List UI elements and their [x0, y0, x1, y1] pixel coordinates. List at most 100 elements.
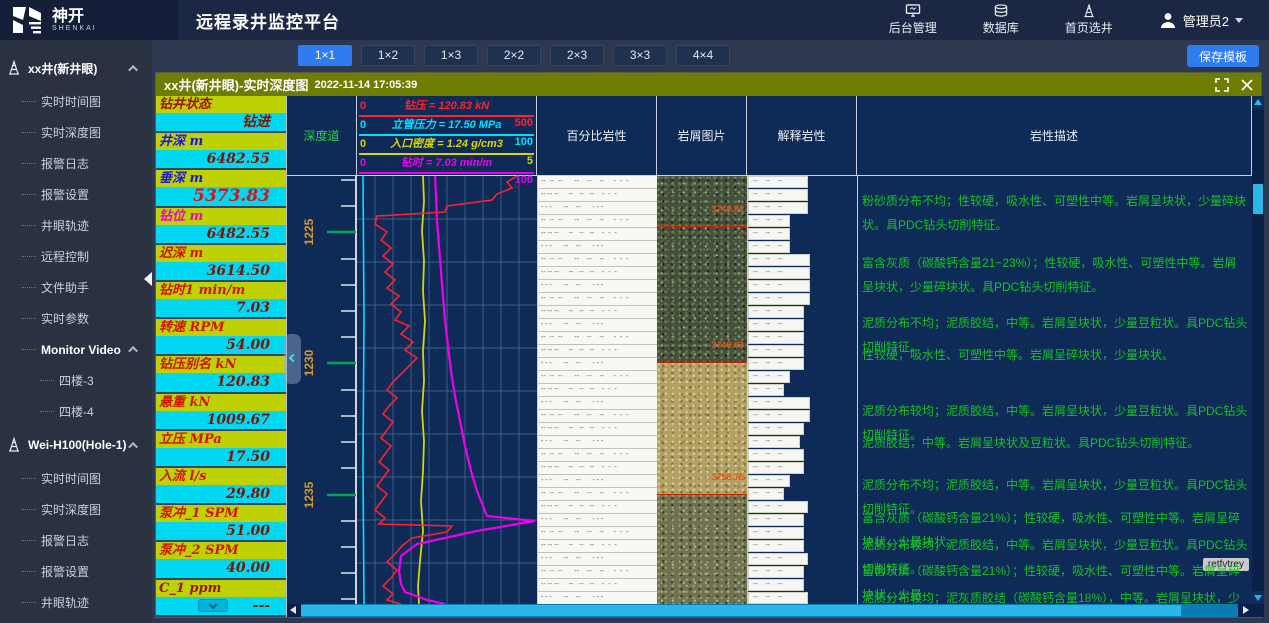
- interp-row: -- -- --: [748, 267, 857, 280]
- readout-label: 转速 RPM: [156, 319, 286, 336]
- brand-name-cn: 神开: [52, 9, 97, 25]
- sidebar-item[interactable]: 文件助手: [0, 272, 152, 303]
- chevron-down-icon: [209, 600, 217, 608]
- sidebar-item[interactable]: 四楼-4: [0, 396, 152, 427]
- sidebar-item[interactable]: Monitor Video: [0, 334, 152, 365]
- sidebar-item[interactable]: 实时参数: [0, 303, 152, 334]
- readout-value: 17.50: [156, 448, 286, 466]
- interp-row: -- -- --: [748, 449, 857, 462]
- tree-item-label: 实时参数: [41, 310, 89, 327]
- arrow-up-icon: [1254, 99, 1262, 105]
- derrick-icon: [6, 436, 22, 454]
- interp-row: -- -- --: [748, 423, 857, 436]
- layout-tab-1×2[interactable]: 1×2: [361, 45, 415, 66]
- layout-tab-3×3[interactable]: 3×3: [613, 45, 667, 66]
- user-caret-icon: [1235, 18, 1243, 23]
- sidebar-item[interactable]: 井眼轨迹: [0, 210, 152, 241]
- arrow-right-icon: [1243, 606, 1249, 614]
- sidebar-item[interactable]: 实时时间图: [0, 463, 152, 494]
- horizontal-scrollbar[interactable]: [287, 604, 1252, 617]
- layout-tab-2×3[interactable]: 2×3: [550, 45, 604, 66]
- tree-branch-line: [22, 287, 36, 288]
- interp-lithology-block: -- -- --: [748, 254, 810, 266]
- tree-item-label: 报警设置: [41, 563, 89, 580]
- readout-label: 井深 m: [156, 133, 286, 150]
- lithology-pattern-row: -- -- -- -- -- -- - - -: [538, 306, 657, 319]
- layout-tab-2×2[interactable]: 2×2: [487, 45, 541, 66]
- readout-row: 井深 m6482.55: [156, 133, 286, 170]
- sidebar-item[interactable]: 报警设置: [0, 556, 152, 587]
- interp-lithology-block: -- -- --: [748, 540, 804, 552]
- lithology-pattern-row: - - - -- -- - - -: [538, 514, 657, 527]
- sidebar-item[interactable]: 四楼-3: [0, 365, 152, 396]
- interp-lithology-block: -- -- --: [748, 501, 808, 513]
- layout-tab-1×1[interactable]: 1×1: [298, 45, 352, 66]
- curve-legend: 0钻压 = 120.83 kN5000立管压力 = 17.50 MPa1000入…: [357, 96, 537, 175]
- vertical-scrollbar[interactable]: [1252, 96, 1264, 604]
- sidebar-item[interactable]: xx井(新井眼): [0, 50, 152, 86]
- readout-panel: 钻井状态钻进井深 m6482.55垂深 m5373.83钻位 m6482.55迟…: [156, 96, 286, 617]
- sidebar-item[interactable]: 井眼轨迹: [0, 587, 152, 618]
- sidebar-item[interactable]: 实时深度图: [0, 117, 152, 148]
- interp-lithology-block: -- -- --: [748, 397, 810, 409]
- lithology-pattern-row: -- -- -- -- -- -- - - -: [538, 540, 657, 553]
- readout-label: 入流 l/s: [156, 468, 286, 485]
- layout-tab-4×4[interactable]: 4×4: [676, 45, 730, 66]
- scroll-down-button[interactable]: [1252, 591, 1264, 604]
- interp-row: -- -- --: [748, 501, 857, 514]
- depth-chart-panel: xx井(新井眼)-实时深度图 2022-11-14 17:05:39 钻井状态钻…: [155, 72, 1262, 618]
- sidebar-item[interactable]: 实时时间图: [0, 86, 152, 117]
- sidebar-item[interactable]: 报警日志: [0, 525, 152, 556]
- lithology-pattern-row: -- -- -- -- -- -- - - -: [538, 371, 657, 384]
- save-template-button[interactable]: 保存模板: [1187, 45, 1259, 67]
- readout-label: 钻井状态: [156, 96, 286, 113]
- tree-branch-line: [40, 411, 54, 412]
- readout-row: 钻位 m6482.55: [156, 208, 286, 245]
- track-collapse-handle[interactable]: [284, 334, 301, 384]
- interp-lithology-block: -- -- --: [748, 553, 808, 565]
- nav-item-database[interactable]: 数据库: [983, 4, 1019, 36]
- readout-row: C_1 ppm---: [156, 580, 286, 617]
- vertical-scroll-thumb[interactable]: [1253, 184, 1263, 214]
- sidebar-collapse-handle[interactable]: [144, 272, 152, 286]
- legend-min: 0: [360, 136, 366, 153]
- user-menu[interactable]: 管理员2: [1159, 11, 1243, 30]
- depth-log-chart: 深度道 0钻压 = 120.83 kN5000立管压力 = 17.50 MPa1…: [286, 96, 1263, 617]
- sidebar-item[interactable]: 远程控制: [0, 241, 152, 272]
- horizontal-scroll-thumb[interactable]: [301, 605, 1181, 616]
- readout-label: 钻压别名 kN: [156, 356, 286, 373]
- scroll-left-button[interactable]: [287, 604, 301, 617]
- sidebar-item[interactable]: 报警设置: [0, 179, 152, 210]
- close-icon[interactable]: [1241, 79, 1253, 91]
- lithology-pattern-row: -- -- -- -- -- -- - - -: [538, 579, 657, 592]
- nav-item-well-select[interactable]: 首页选井: [1065, 4, 1113, 36]
- interp-row: -- -- --: [748, 306, 857, 319]
- interp-lithology-block: -- -- --: [748, 358, 804, 370]
- lithology-pattern-row: -- -- -- -- -- -- - - -: [538, 215, 657, 228]
- readout-row: 钻压别名 kN120.83: [156, 356, 286, 393]
- tree-branch-line: [22, 132, 36, 133]
- legend-min: 0: [360, 117, 366, 134]
- layout-tab-1×3[interactable]: 1×3: [424, 45, 478, 66]
- interp-row: -- -- --: [748, 358, 857, 371]
- interp-lithology-block: -- -- --: [748, 371, 790, 383]
- lithology-description: 泥质分布较均；泥灰质胶结（碳酸钙含量18%），中等。岩屑呈块状，少量豆粒状。具P…: [862, 586, 1248, 604]
- nav-item-backend[interactable]: 后台管理: [889, 4, 937, 36]
- sidebar-item[interactable]: Wei-H100(Hole-1): [0, 427, 152, 463]
- interp-row: -- -- --: [748, 436, 857, 449]
- sidebar-item[interactable]: 实时深度图: [0, 494, 152, 525]
- readout-dropdown-button[interactable]: [198, 599, 228, 612]
- lithology-pattern-row: -- -- -- -- -- -- - - -: [538, 267, 657, 280]
- fullscreen-icon[interactable]: [1215, 78, 1229, 92]
- lithology-pattern-row: -- -- -- -- -- -- - - -: [538, 189, 657, 202]
- interp-row: -- -- --: [748, 488, 857, 501]
- tree-item-label: Monitor Video: [41, 343, 121, 357]
- interp-row: -- -- --: [748, 215, 857, 228]
- scroll-up-button[interactable]: [1252, 96, 1264, 109]
- lithology-description: 粉砂质分布不均；性较硬，吸水性、可塑性中等。岩屑呈块状，少量碎块状。具PDC钻头…: [862, 189, 1248, 237]
- interp-row: -- -- --: [748, 228, 857, 241]
- readout-value: 120.83: [156, 373, 286, 391]
- scroll-right-button[interactable]: [1238, 604, 1252, 617]
- interp-lithology-header: 解释岩性: [747, 96, 857, 175]
- sidebar-item[interactable]: 报警日志: [0, 148, 152, 179]
